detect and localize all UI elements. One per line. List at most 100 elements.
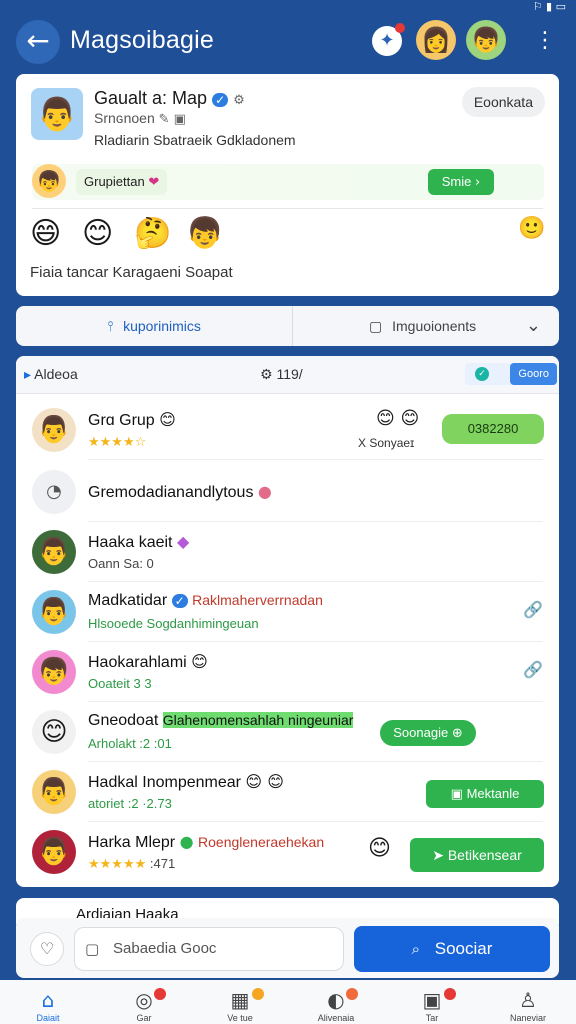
list-filter[interactable]: ▸ Aldeoa xyxy=(24,366,78,383)
list-item[interactable]: 👨 Harka Mlepr ● Roengleneraehekan ★★★★★ … xyxy=(16,822,559,882)
connect-button[interactable]: Eoonkata xyxy=(461,87,545,117)
group-chip[interactable]: Grupiettan ❤ xyxy=(76,169,168,195)
list-item[interactable]: 👨 Madkatidar ✓ Raklmaherverrnadan Hlsooe… xyxy=(16,582,559,642)
list-item[interactable]: 👨 Hadkal Inompenmear 😊 😊 atoriet :2 ·2.7… xyxy=(16,762,559,822)
list-item[interactable]: ◔ Gremodadianandlytous ● xyxy=(16,462,559,522)
list-item[interactable]: 👨 Grɑ Grup 😊 ★★★★☆ X Sonyaeɪ 😊 😊 0382280 xyxy=(16,400,559,460)
item-name-text: Haokarahlami xyxy=(88,654,187,671)
document-icon: ▢ xyxy=(369,319,383,335)
user-avatar[interactable]: 👩 xyxy=(416,20,456,60)
notification-icon: ✦ xyxy=(379,30,395,51)
edit-icon[interactable]: ✎ ▣ xyxy=(159,112,186,127)
group-row: 👦 Grupiettan ❤ Smie › xyxy=(32,164,544,200)
gear-icon: ⚙ xyxy=(260,367,273,383)
compose-bar: ♡ ▢ Sabaedia Gooc ⌕ Soociar xyxy=(16,918,559,978)
list-item[interactable]: 👦 Haokarahlami 😊 Ooateit 3 3 🔗 xyxy=(16,642,559,702)
nav-chat-label: Gar xyxy=(136,1013,152,1023)
notification-dot xyxy=(346,988,358,1000)
divider xyxy=(88,459,543,460)
nav-grid[interactable]: ▦ Ve tue xyxy=(192,980,288,1024)
item-action-button[interactable]: Soonagie ⊕ xyxy=(380,720,476,746)
group-avatar[interactable]: 👨 xyxy=(31,88,83,140)
emoji-4[interactable]: 👦 xyxy=(186,216,223,251)
list-badge-button[interactable]: Gooro xyxy=(510,363,557,385)
smile-icon: 😊 xyxy=(191,652,208,671)
notification-dot xyxy=(444,988,456,1000)
notification-button[interactable]: ✦ xyxy=(372,23,405,56)
activity-icon: ◐ xyxy=(327,988,345,1012)
plus-icon: ⊕ xyxy=(451,726,463,741)
notification-dot xyxy=(154,988,166,1000)
send-button-label: Soociar xyxy=(434,939,493,958)
app-bar: ← Magsoibagie ✦ 👩 👦 ⋮ xyxy=(0,14,576,66)
check-icon[interactable]: ✓ xyxy=(475,367,489,381)
page-title: Magsoibagie xyxy=(70,26,214,54)
item-action-label: Betikensear xyxy=(447,847,522,863)
heart-button[interactable]: ♡ xyxy=(30,932,64,966)
group-action-button[interactable]: Smie › xyxy=(428,169,494,195)
link-icon[interactable]: 🔗 xyxy=(523,600,543,619)
item-name: Grɑ Grup 😊 xyxy=(88,410,176,430)
group-chip-label: Grupiettan xyxy=(84,174,145,189)
link-icon[interactable]: 🔗 xyxy=(523,660,543,679)
item-action-button[interactable]: 0382280 xyxy=(442,414,544,444)
item-name: Gremodadianandlytous ● xyxy=(88,482,272,502)
item-action-button[interactable]: ➤ Betikensear xyxy=(410,838,544,872)
item-rating: ★★★★★ :471 xyxy=(88,856,175,872)
kebab-menu-icon: ⋮ xyxy=(534,28,556,53)
chevron-down-icon[interactable]: ⌄ xyxy=(526,306,541,346)
emoji-2[interactable]: 😊 xyxy=(82,216,113,251)
emoji-1[interactable]: 😄 xyxy=(30,216,61,251)
tag-icon: ● xyxy=(257,482,272,501)
status-icons: ⚐ ▮ ▭ xyxy=(532,0,566,13)
settings-icon[interactable]: ⚙ xyxy=(233,93,245,108)
emoji-row: 😄 😊 🤔 👦 🙂 xyxy=(30,214,545,260)
item-right-text: X Sonyaeɪ xyxy=(358,436,415,450)
avatar: ◔ xyxy=(32,470,76,514)
more-menu-button[interactable]: ⋮ xyxy=(534,28,556,54)
nav-profile-label: Naneviar xyxy=(509,1013,547,1023)
item-action-button[interactable]: ▣ Mektanle xyxy=(426,780,544,808)
nav-inbox[interactable]: ▣ Tar xyxy=(384,980,480,1024)
item-name-text: Harka Mlepr xyxy=(88,834,176,851)
heart-icon: ♡ xyxy=(39,939,55,958)
item-name: Haaka kaeit ◆ xyxy=(88,532,189,552)
message-input[interactable]: ▢ Sabaedia Gooc xyxy=(74,927,344,971)
item-name-text: Haaka kaeit xyxy=(88,534,173,551)
tab-documents[interactable]: ▢ Imguoionents ⌄ xyxy=(292,306,559,346)
avatar: 👨 xyxy=(32,830,76,874)
group-subtitle-text: Srnɢnoen xyxy=(94,110,155,126)
tab-members[interactable]: ⫯ kuporinimics xyxy=(16,306,292,346)
nav-activity-label: Alivenaia xyxy=(317,1013,355,1023)
tab-members-label: kuporinimics xyxy=(123,318,201,334)
item-name: Haokarahlami 😊 xyxy=(88,652,208,672)
back-button[interactable]: ← xyxy=(16,20,60,64)
nav-home[interactable]: ⌂ Daiait xyxy=(0,980,96,1024)
item-sub: Ooateit 3 3 xyxy=(88,676,152,691)
list-item[interactable]: 😊 Gneodoat Glahenomensahlah ningeuniar A… xyxy=(16,702,559,762)
smile-icon: 😊 xyxy=(159,410,176,429)
notification-dot xyxy=(252,988,264,1000)
friend-avatar[interactable]: 👦 xyxy=(466,20,506,60)
group-row-avatar: 👦 xyxy=(32,164,66,198)
avatar: 😊 xyxy=(32,710,76,754)
nav-profile[interactable]: ♙ Naneviar xyxy=(480,980,576,1024)
item-name-text: Gremodadianandlytous xyxy=(88,484,254,501)
emoji-5[interactable]: 🙂 xyxy=(518,216,545,241)
list-toolbar: ▸ Aldeoa ⚙ 119/ ✓ Gooro xyxy=(16,356,559,394)
list-count: ⚙ 119/ xyxy=(260,366,303,383)
verified-icon: ✓ xyxy=(171,594,188,608)
back-arrow-icon: ← xyxy=(26,24,50,57)
send-button[interactable]: ⌕ Soociar xyxy=(354,926,550,972)
message-placeholder: Sabaedia Gooc xyxy=(113,940,217,957)
emoji-3[interactable]: 🤔 xyxy=(134,216,171,251)
nav-chat[interactable]: ◎ Gar xyxy=(96,980,192,1024)
item-name-extra: Glahenomensahlah ningeuniar xyxy=(162,712,354,728)
list-item[interactable]: 👨 Haaka kaeit ◆ Oann Sa: 0 xyxy=(16,522,559,582)
status-bar: ⚐ ▮ ▭ xyxy=(0,0,576,14)
verified-icon: ✓ xyxy=(212,93,229,107)
send-icon: ➤ xyxy=(432,848,444,864)
nav-activity[interactable]: ◐ Alivenaia xyxy=(288,980,384,1024)
chevron-right-icon: › xyxy=(475,175,481,190)
item-name-extra: Raklmaherverrnadan xyxy=(192,592,323,608)
